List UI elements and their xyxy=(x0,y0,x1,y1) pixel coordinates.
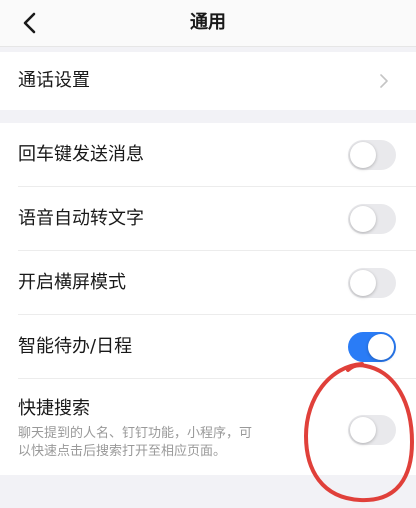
landscape-mode-label: 开启横屏模式 xyxy=(18,272,126,293)
toggle-knob xyxy=(350,270,376,296)
enter-to-send-label: 回车键发送消息 xyxy=(18,144,144,165)
quick-search-row: 快捷搜索 聊天提到的人名、钉钉功能，小程序，可 以快速点击后搜索打开至相应页面。 xyxy=(0,379,416,475)
call-settings-section: 通话设置 xyxy=(0,52,416,110)
toggle-knob xyxy=(350,206,376,232)
chevron-right-icon xyxy=(380,74,388,88)
voice-to-text-label: 语音自动转文字 xyxy=(18,208,144,229)
voice-to-text-toggle[interactable] xyxy=(348,204,396,234)
toggle-knob xyxy=(350,142,376,168)
landscape-mode-row: 开启横屏模式 xyxy=(0,251,416,315)
general-toggles-section: 回车键发送消息 语音自动转文字 开启横屏模式 智能待办/日程 快捷搜索 聊天提到… xyxy=(0,123,416,475)
landscape-mode-toggle[interactable] xyxy=(348,268,396,298)
smart-todo-toggle[interactable] xyxy=(348,332,396,362)
smart-todo-label: 智能待办/日程 xyxy=(18,336,133,357)
enter-to-send-toggle[interactable] xyxy=(348,140,396,170)
nav-header: 通用 xyxy=(0,0,416,46)
call-settings-row[interactable]: 通话设置 xyxy=(0,52,416,110)
quick-search-description-line2: 以快速点击后搜索打开至相应页面。 xyxy=(18,444,227,459)
toggle-knob xyxy=(368,334,394,360)
quick-search-label: 快捷搜索 xyxy=(18,398,90,419)
enter-to-send-row: 回车键发送消息 xyxy=(0,123,416,187)
voice-to-text-row: 语音自动转文字 xyxy=(0,187,416,251)
smart-todo-row: 智能待办/日程 xyxy=(0,315,416,379)
page-title: 通用 xyxy=(190,12,226,33)
quick-search-description-line1: 聊天提到的人名、钉钉功能，小程序，可 xyxy=(18,426,253,441)
quick-search-toggle[interactable] xyxy=(348,415,396,445)
header-divider xyxy=(0,46,416,47)
toggle-knob xyxy=(350,417,376,443)
call-settings-label: 通话设置 xyxy=(18,70,90,91)
